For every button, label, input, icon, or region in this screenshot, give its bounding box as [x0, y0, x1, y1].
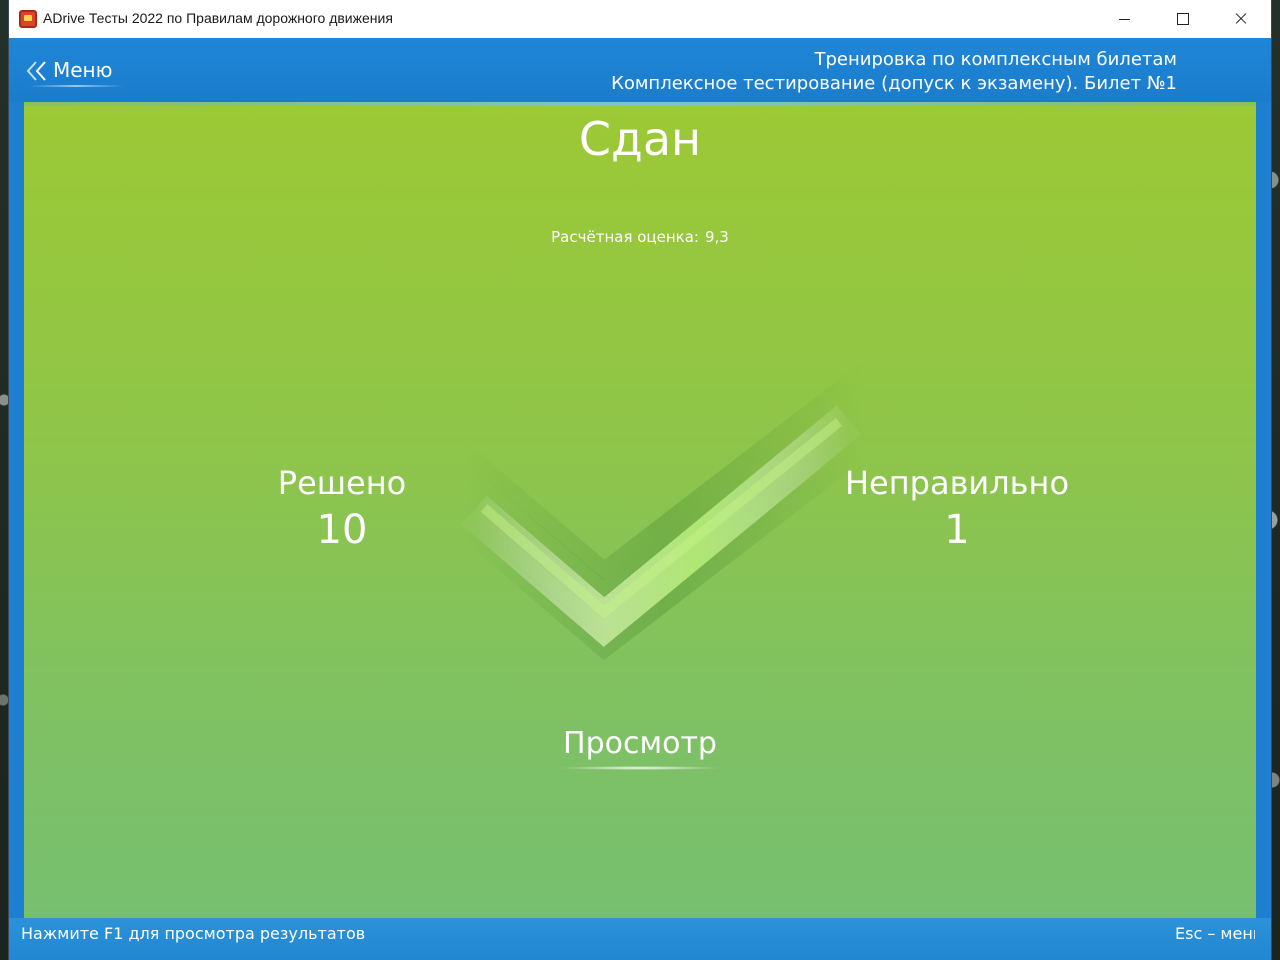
training-mode-title: Тренировка по комплексным билетам: [814, 49, 1177, 70]
estimated-score: Расчётная оценка: 9,3: [24, 228, 1256, 246]
status-esc-hint: Esc – меню: [1175, 924, 1255, 943]
app-window: ADrive Тесты 2022 по Правилам дорожного …: [9, 0, 1271, 960]
status-bar: Нажмите F1 для просмотра результатов Esc…: [9, 918, 1271, 960]
result-panel: Сдан Расчётная оценка: 9,3 Решено 10 Неп…: [24, 102, 1256, 918]
window-title: ADrive Тесты 2022 по Правилам дорожного …: [43, 10, 393, 26]
minimize-button[interactable]: [1096, 0, 1154, 38]
app-icon: [19, 10, 37, 28]
menu-underline: [29, 85, 123, 87]
wrong-count: 1: [944, 507, 970, 553]
close-button[interactable]: [1212, 0, 1270, 38]
wrong-stat: Неправильно 1: [807, 462, 1107, 556]
menu-label: Меню: [53, 58, 113, 82]
solved-stat: Решено 10: [192, 462, 492, 556]
solved-count: 10: [316, 507, 368, 553]
score-label: Расчётная оценка:: [551, 228, 699, 246]
review-button[interactable]: Просмотр: [540, 724, 740, 764]
status-hint: Нажмите F1 для просмотра результатов: [21, 924, 366, 943]
menu-button[interactable]: Меню: [25, 56, 123, 87]
review-underline: [558, 766, 722, 770]
double-chevron-left-icon: [26, 61, 46, 81]
ticket-title: Комплексное тестирование (допуск к экзам…: [611, 73, 1177, 94]
title-bar[interactable]: ADrive Тесты 2022 по Правилам дорожного …: [9, 0, 1271, 39]
result-status: Сдан: [578, 112, 702, 166]
header-bar: Меню Тренировка по комплексным билетам К…: [9, 38, 1271, 102]
wrong-label: Неправильно: [844, 464, 1070, 502]
maximize-button[interactable]: [1154, 0, 1212, 38]
score-value: 9,3: [704, 228, 729, 246]
solved-label: Решено: [277, 464, 407, 502]
